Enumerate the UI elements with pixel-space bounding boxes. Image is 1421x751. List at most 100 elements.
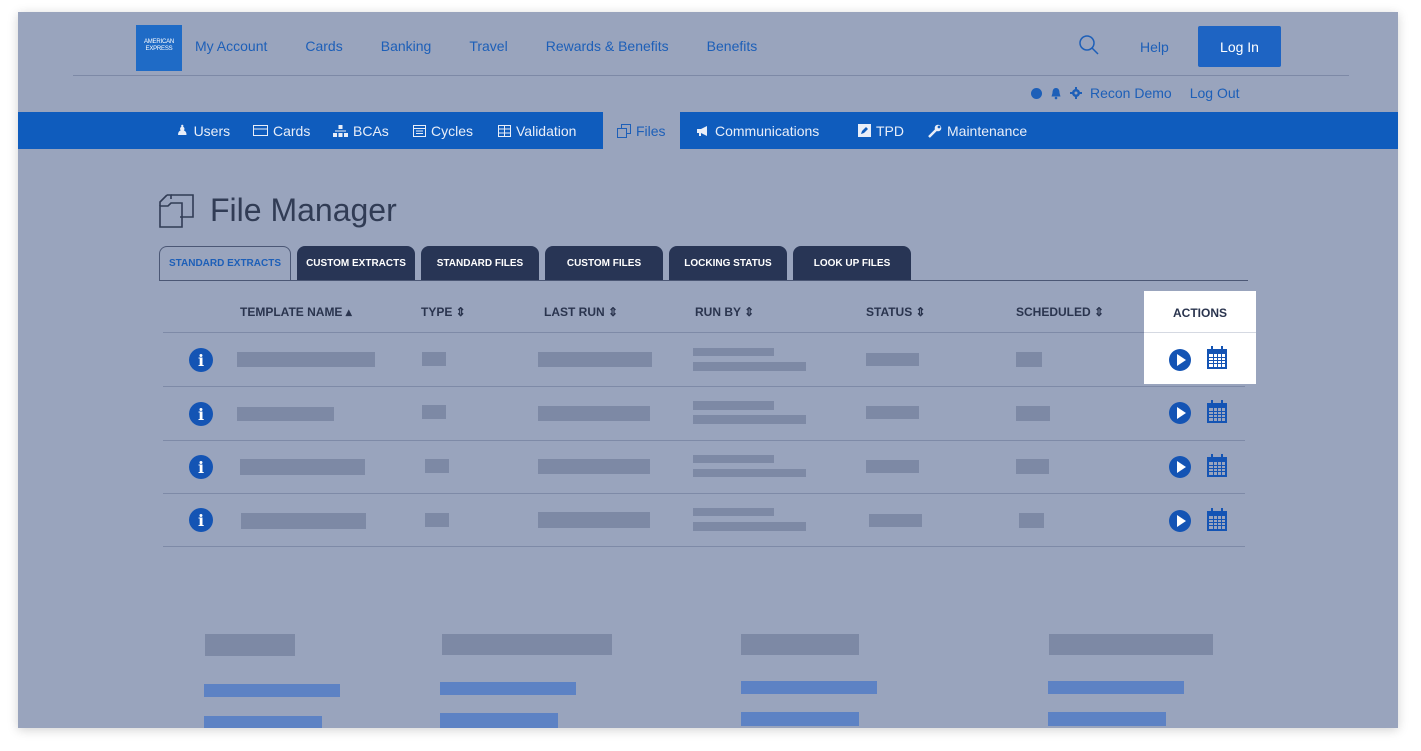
top-header: AMERICAN EXPRESS My Account Cards Bankin… (18, 12, 1398, 112)
play-icon[interactable] (1169, 349, 1191, 371)
subnav-bcas[interactable]: BCAs (333, 112, 389, 149)
sitemap-icon (333, 124, 348, 137)
placeholder-status (866, 460, 919, 473)
nav-my-account[interactable]: My Account (195, 38, 267, 54)
calendar-icon[interactable] (1206, 346, 1228, 370)
placeholder-template-name (240, 459, 365, 475)
actions-divider (1144, 332, 1256, 333)
subnav-bcas-label: BCAs (353, 122, 389, 139)
placeholder-type (425, 513, 449, 527)
play-icon[interactable] (1169, 510, 1191, 532)
megaphone-icon (697, 125, 707, 136)
bell-icon[interactable] (1050, 87, 1062, 100)
placeholder-type (425, 459, 449, 473)
main-nav: My Account Cards Banking Travel Rewards … (195, 38, 795, 54)
tab-bar: STANDARD EXTRACTS CUSTOM EXTRACTS STANDA… (159, 246, 911, 280)
tab-look-up-files[interactable]: LOOK UP FILES (793, 246, 911, 280)
col-type[interactable]: TYPE ⇕ (421, 305, 466, 319)
col-status-label: STATUS (866, 305, 913, 319)
footer-link-placeholder[interactable] (204, 684, 340, 697)
search-icon[interactable] (1078, 34, 1100, 56)
info-icon[interactable]: i (189, 348, 213, 372)
subnav-tpd[interactable]: TPD (858, 112, 904, 149)
info-icon[interactable]: i (189, 508, 213, 532)
placeholder-scheduled (1019, 513, 1044, 528)
row-divider (163, 440, 1245, 441)
footer-link-placeholder[interactable] (741, 712, 859, 726)
footer-link-placeholder[interactable] (440, 713, 558, 728)
col-run-by[interactable]: RUN BY ⇕ (695, 305, 754, 319)
gear-icon[interactable] (1070, 87, 1082, 99)
placeholder-type (422, 352, 446, 366)
user-icon: ♟ (176, 122, 189, 138)
subnav-files-label: Files (636, 122, 666, 139)
subnav-cards[interactable]: Cards (253, 112, 310, 149)
subnav-users-label: Users (193, 122, 231, 139)
subnav-validation[interactable]: Validation (498, 112, 576, 149)
placeholder-last-run (538, 406, 650, 421)
calendar-icon[interactable] (1206, 400, 1228, 424)
tab-custom-extracts[interactable]: CUSTOM EXTRACTS (297, 246, 415, 280)
col-status[interactable]: STATUS ⇕ (866, 305, 926, 319)
subnav-users[interactable]: ♟ Users (176, 112, 230, 149)
nav-banking[interactable]: Banking (381, 38, 432, 54)
amex-logo[interactable]: AMERICAN EXPRESS (136, 25, 182, 71)
subnav-communications[interactable]: Communications (696, 112, 819, 149)
placeholder-template-name (237, 407, 334, 421)
placeholder-template-name (241, 513, 366, 529)
tab-standard-extracts[interactable]: STANDARD EXTRACTS (159, 246, 291, 280)
card-icon (253, 125, 268, 136)
nav-travel[interactable]: Travel (469, 38, 507, 54)
placeholder-status (866, 406, 919, 419)
row-divider (163, 493, 1245, 494)
user-name[interactable]: Recon Demo (1090, 85, 1172, 101)
row-divider (163, 386, 1245, 387)
subnav-cycles[interactable]: Cycles (413, 112, 473, 149)
header-row-divider (163, 332, 1245, 333)
subnav-cards-label: Cards (273, 122, 311, 139)
placeholder-status (869, 514, 922, 527)
footer-link-placeholder[interactable] (204, 716, 322, 728)
page-title-text: File Manager (210, 192, 397, 228)
col-run-by-label: RUN BY (695, 305, 741, 319)
info-icon[interactable]: i (189, 455, 213, 479)
files-icon (159, 193, 194, 228)
col-template-name[interactable]: TEMPLATE NAME ▴ (240, 305, 352, 319)
placeholder-last-run (538, 459, 650, 474)
placeholder-type (422, 405, 446, 419)
tab-divider (159, 280, 1248, 281)
tab-locking-status[interactable]: LOCKING STATUS (669, 246, 787, 280)
col-last-run[interactable]: LAST RUN ⇕ (544, 305, 618, 319)
play-icon[interactable] (1169, 402, 1191, 424)
footer-link-placeholder[interactable] (1048, 712, 1166, 726)
logout-link[interactable]: Log Out (1190, 85, 1240, 101)
calendar-icon[interactable] (1206, 454, 1228, 478)
subnav-files[interactable]: Files (603, 112, 680, 149)
table-icon (498, 124, 511, 137)
calendar-icon[interactable] (1206, 508, 1228, 532)
footer-link-placeholder[interactable] (440, 682, 576, 695)
nav-rewards-benefits[interactable]: Rewards & Benefits (546, 38, 669, 54)
tab-custom-files[interactable]: CUSTOM FILES (545, 246, 663, 280)
footer-link-placeholder[interactable] (741, 681, 877, 694)
play-icon[interactable] (1169, 456, 1191, 478)
info-icon[interactable]: i (189, 402, 213, 426)
sub-navigation: ♟ Users Cards BCAs Cycles Validation Fil… (18, 112, 1398, 149)
col-scheduled[interactable]: SCHEDULED ⇕ (1016, 305, 1104, 319)
placeholder-run-by (693, 401, 774, 410)
footer-heading-placeholder (442, 634, 612, 655)
nav-cards[interactable]: Cards (305, 38, 342, 54)
footer-heading-placeholder (741, 634, 859, 655)
placeholder-last-run (538, 352, 652, 367)
footer-link-placeholder[interactable] (1048, 681, 1184, 694)
nav-benefits[interactable]: Benefits (707, 38, 758, 54)
placeholder-run-by-sub (693, 469, 806, 477)
subnav-maintenance[interactable]: Maintenance (928, 112, 1027, 149)
subnav-tpd-label: TPD (876, 122, 904, 139)
tab-standard-files[interactable]: STANDARD FILES (421, 246, 539, 280)
login-button[interactable]: Log In (1198, 26, 1281, 67)
col-template-name-label: TEMPLATE NAME (240, 305, 343, 319)
placeholder-scheduled (1016, 459, 1049, 474)
help-link[interactable]: Help (1140, 39, 1169, 55)
placeholder-scheduled (1016, 352, 1042, 367)
